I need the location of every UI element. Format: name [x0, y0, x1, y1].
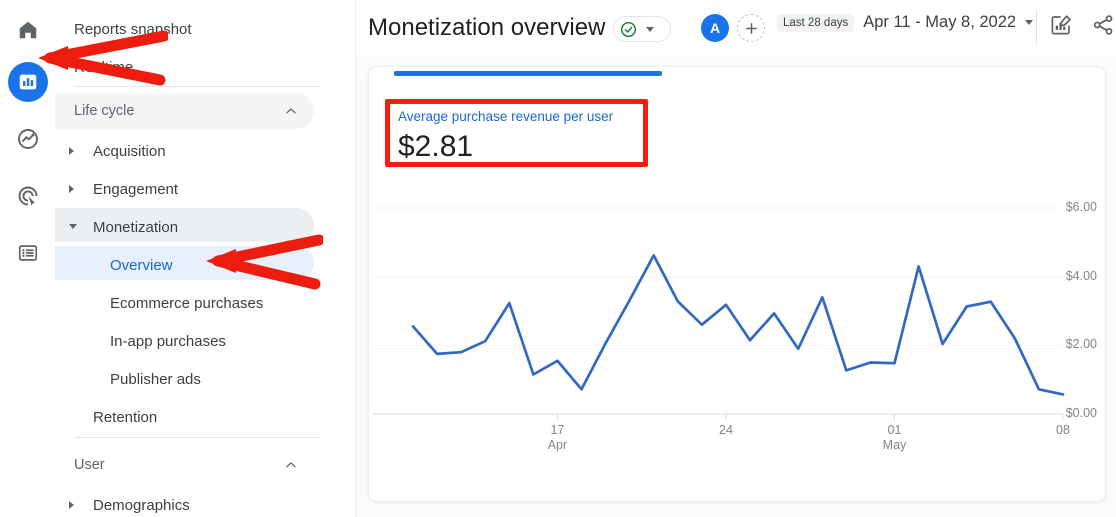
chevron-up-icon [284, 458, 298, 472]
sidebar-item-label: Acquisition [93, 143, 166, 160]
sidebar-item-demographics[interactable]: Demographics [55, 486, 190, 517]
sidebar-divider [74, 86, 320, 87]
customize-report-icon[interactable] [1049, 13, 1073, 42]
sidebar-item-label: Reports snapshot [74, 21, 192, 38]
sidebar-divider [74, 437, 320, 438]
add-comparison-button[interactable] [737, 14, 765, 42]
sidebar-item-label: Monetization [93, 219, 178, 236]
sidebar-item-label: Overview [110, 257, 173, 274]
header-divider [1036, 10, 1037, 44]
reports-icon[interactable] [8, 62, 48, 102]
check-circle-icon [619, 20, 638, 39]
sidebar-item-label: Engagement [93, 181, 178, 198]
page-header: Monetization overview A Last 28 days Apr… [356, 0, 1116, 57]
sidebar-item-label: Ecommerce purchases [110, 295, 263, 312]
date-range-text: Apr 11 - May 8, 2022 [863, 13, 1016, 32]
plus-icon [743, 20, 760, 37]
share-icon[interactable] [1091, 13, 1115, 42]
sidebar-item-engagement[interactable]: Engagement [55, 170, 178, 208]
explore-icon[interactable] [8, 119, 48, 159]
report-status-chip[interactable] [613, 16, 671, 42]
primary-nav-rail [0, 0, 56, 517]
sidebar-item-overview[interactable]: Overview [55, 246, 173, 284]
sidebar-item-monetization[interactable]: Monetization [55, 208, 178, 246]
sidebar-group-label: Life cycle [74, 103, 134, 119]
chevron-right-icon [69, 185, 74, 193]
sidebar-item-ecommerce-purchases[interactable]: Ecommerce purchases [55, 284, 263, 322]
chart-x-tick-label: 08 [1056, 423, 1070, 438]
sidebar-item-label: Realtime [74, 59, 133, 76]
sidebar-item-acquisition[interactable]: Acquisition [55, 132, 166, 170]
report-content: Average purchase revenue per user $2.81 … [356, 57, 1116, 517]
sidebar-item-publisher-ads[interactable]: Publisher ads [55, 360, 201, 398]
sidebar-group-label: User [74, 457, 105, 473]
chevron-down-icon [69, 224, 77, 229]
configure-icon[interactable] [8, 233, 48, 273]
page-title: Monetization overview [368, 14, 605, 42]
chevron-up-icon [284, 104, 298, 118]
sidebar-item-realtime[interactable]: Realtime [55, 48, 133, 86]
chart-x-axis-labels: 17Apr 24 01May 08 [369, 67, 1105, 501]
sidebar-group-user[interactable]: User [55, 447, 314, 483]
advertising-icon[interactable] [8, 176, 48, 216]
sidebar-item-in-app-purchases[interactable]: In-app purchases [55, 322, 226, 360]
sidebar-group-life-cycle[interactable]: Life cycle [55, 93, 314, 129]
chart-x-tick-label: 24 [719, 423, 733, 438]
ga4-monetization-overview-screen: Reports snapshot Realtime Life cycle Acq… [0, 0, 1116, 517]
chevron-right-icon [69, 147, 74, 155]
chevron-down-icon[interactable] [1025, 20, 1033, 25]
metric-card: Average purchase revenue per user $2.81 … [368, 66, 1106, 502]
sidebar-item-retention[interactable]: Retention [55, 398, 157, 436]
sidebar-item-label: Retention [93, 409, 157, 426]
sidebar-item-label: Publisher ads [110, 371, 201, 388]
sidebar-item-reports-snapshot[interactable]: Reports snapshot [55, 10, 192, 48]
chart-x-tick-label: 01May [883, 423, 907, 453]
sidebar-item-label: Demographics [93, 497, 190, 514]
date-range-selector[interactable]: Last 28 days Apr 11 - May 8, 2022 [777, 13, 1033, 32]
avatar[interactable]: A [701, 14, 729, 42]
sidebar-item-label: In-app purchases [110, 333, 226, 350]
date-range-badge: Last 28 days [777, 14, 854, 32]
chevron-right-icon [69, 501, 74, 509]
chart-x-tick-label: 17Apr [548, 423, 567, 453]
home-icon[interactable] [8, 10, 48, 50]
reports-sidebar[interactable]: Reports snapshot Realtime Life cycle Acq… [55, 0, 356, 517]
chevron-down-icon[interactable] [646, 27, 654, 32]
